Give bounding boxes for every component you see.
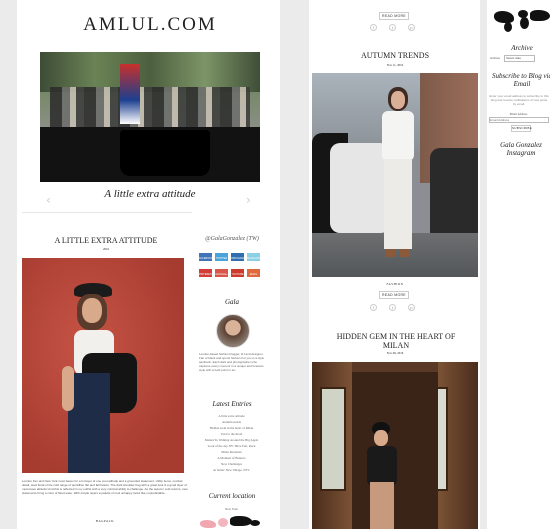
post-category[interactable]: FASHION bbox=[312, 282, 478, 286]
share-facebook-icon[interactable]: f bbox=[370, 304, 377, 311]
instagram-handle[interactable]: @GalaGonzalez (TW) bbox=[196, 236, 268, 242]
post-image[interactable] bbox=[22, 258, 184, 473]
email-label: Email Address bbox=[509, 112, 528, 116]
post-title[interactable]: A LITTLE EXTRA ATTITUDE bbox=[22, 236, 190, 245]
post-date: 2016 bbox=[103, 247, 109, 251]
hero-next-arrow-icon[interactable]: › bbox=[246, 193, 251, 207]
location-heading: Current location bbox=[208, 492, 256, 500]
about-heading: Gala bbox=[225, 298, 239, 306]
subscribe-heading: Subscribe to Blog via Email bbox=[491, 72, 550, 88]
post-excerpt: London Fen and New York must-haves for a… bbox=[22, 479, 188, 495]
latest-entry-link[interactable]: A little extra attitude bbox=[197, 414, 266, 418]
latest-entry-link[interactable]: Look of the day NY: Have Fun, Rock bbox=[197, 444, 266, 448]
post-date: Nov 11, 2016 bbox=[386, 63, 404, 67]
latest-entry-link[interactable]: Tan for the Road bbox=[197, 432, 266, 436]
latest-entry-link[interactable]: At home: New Village, NYC bbox=[197, 468, 266, 472]
hero-caption[interactable]: A little extra attitude bbox=[60, 188, 240, 200]
read-more-button[interactable]: READ MORE bbox=[379, 12, 409, 20]
avatar[interactable] bbox=[216, 314, 250, 348]
site-logo[interactable]: AMLUL.COM bbox=[40, 14, 260, 36]
email-icon[interactable]: EMAIL bbox=[247, 269, 260, 277]
youtube-icon[interactable]: YOUTUBE bbox=[231, 269, 244, 277]
world-map-icon bbox=[492, 8, 550, 32]
latest-entry-link[interactable]: Milan Moments bbox=[197, 450, 266, 454]
post-image[interactable] bbox=[312, 362, 478, 529]
latest-entries-heading: Latest Entries bbox=[212, 400, 252, 408]
email-field[interactable] bbox=[489, 117, 549, 123]
post-title[interactable]: AUTUMN TRENDS bbox=[312, 51, 478, 60]
share-facebook-icon[interactable]: f bbox=[370, 24, 377, 31]
post-category[interactable]: BAGPACK bbox=[22, 519, 188, 523]
location-value: New York bbox=[225, 507, 238, 511]
archive-select[interactable]: Select date bbox=[504, 55, 535, 62]
latest-entry-link[interactable]: Autumn trends bbox=[197, 420, 266, 424]
pinterest-icon[interactable]: PINTEREST bbox=[199, 269, 213, 277]
share-pinterest-icon[interactable]: p bbox=[408, 304, 415, 311]
archive-label: Archive bbox=[490, 56, 501, 60]
subscribe-button[interactable]: SUBSCRIBE bbox=[511, 125, 532, 132]
read-more-button[interactable]: READ MORE bbox=[379, 291, 409, 299]
archive-heading: Archive bbox=[511, 44, 533, 52]
share-twitter-icon[interactable]: t bbox=[389, 304, 396, 311]
post-image[interactable] bbox=[312, 73, 478, 277]
bloglovin-icon[interactable]: BLOGLOVIN bbox=[247, 253, 261, 261]
latest-entry-link[interactable]: Hidden Gem in the heart of Milan bbox=[197, 426, 266, 430]
instagram-icon[interactable]: INSTAGRAM bbox=[231, 253, 246, 261]
about-text: London-based fashion blogger, DJ and des… bbox=[199, 352, 265, 372]
facebook-icon[interactable]: FACEBOOK bbox=[199, 253, 213, 261]
instagram-heading: Gala Gonzalez Instagram bbox=[500, 141, 542, 157]
post-title[interactable]: HIDDEN GEM IN THE HEART OF MILAN bbox=[326, 332, 466, 350]
latest-entry-link[interactable]: Mantel To Walking Around the Big Apple bbox=[197, 438, 266, 442]
twitter-icon[interactable]: TWITTER bbox=[215, 253, 228, 261]
latest-entry-link[interactable]: A Moment of Balance bbox=[197, 456, 266, 460]
hero-prev-arrow-icon[interactable]: ‹ bbox=[46, 193, 51, 207]
hero-image[interactable] bbox=[40, 52, 260, 182]
share-twitter-icon[interactable]: t bbox=[389, 24, 396, 31]
world-map-icon bbox=[200, 514, 262, 529]
latest-entry-link[interactable]: New Challenges bbox=[197, 462, 266, 466]
divider bbox=[22, 212, 192, 213]
google-plus-icon[interactable]: GOOGLE+ bbox=[215, 269, 228, 277]
subscribe-text: Enter your email address to subscribe to… bbox=[489, 94, 549, 106]
share-pinterest-icon[interactable]: p bbox=[408, 24, 415, 31]
post-date: Nov 06, 2016 bbox=[386, 351, 404, 355]
